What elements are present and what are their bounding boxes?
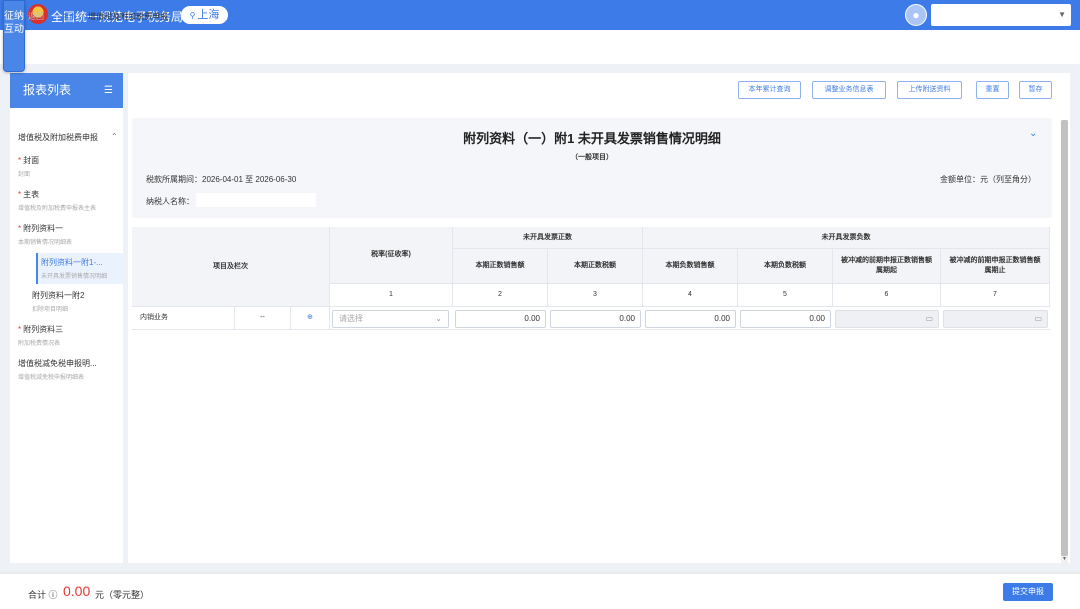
tax-rate-select[interactable]: 请选择 ⌄	[332, 310, 449, 328]
positive-sales-input[interactable]: 0.00	[455, 310, 546, 328]
sidebar-item-schedule-1[interactable]: * 附列资料一 本期销售情况明细表	[18, 223, 123, 246]
sidebar-item-sub: 附加税费情况表	[18, 341, 61, 347]
period-start-date-field: ▭	[835, 310, 939, 328]
negative-sales-input[interactable]: 0.00	[645, 310, 736, 328]
sidebar-item-main[interactable]: * 主表 增值税及附加税费申报表主表	[18, 189, 123, 212]
sidebar-item-label: 附列资料一附1-...	[41, 258, 103, 267]
taxpayer-name-value	[196, 193, 316, 207]
tax-period-value: 2026-04-01 至 2026-06-30	[202, 175, 297, 184]
sidebar-item-sub: 增值税减免税申报明细表	[18, 375, 85, 381]
user-account-select[interactable]: ▼	[931, 4, 1071, 26]
sidebar-item-schedule-1-attach-1[interactable]: 附列资料一附1-... 未开具发票销售情况明细	[36, 253, 123, 284]
total-amount: 0.00	[63, 583, 91, 599]
header-group-negative: 未开具发票负数	[643, 227, 1050, 249]
sidebar-item-sub: 扣除项目明细	[32, 307, 69, 313]
caret-down-icon: ▼	[1058, 10, 1066, 19]
col-number: 5	[738, 284, 833, 307]
interaction-tab[interactable]: 征纳互动	[3, 0, 25, 72]
calendar-icon: ▭	[925, 314, 933, 323]
header-col-2: 本期正数销售额	[453, 249, 548, 284]
header-col-6: 被冲减的前期申报正数销售额属期起	[833, 249, 941, 284]
col-number: 4	[643, 284, 738, 307]
negative-tax-input[interactable]: 0.00	[740, 310, 831, 328]
tax-period-label: 税款所属期间：	[146, 175, 202, 184]
chevron-up-icon: ⌃	[111, 132, 118, 141]
breadcrumb-bar	[0, 30, 1080, 64]
sidebar-item-label: 附列资料三	[23, 325, 64, 334]
upload-attachments-button[interactable]: 上传附送资料	[897, 81, 962, 99]
back-link[interactable]: 返回	[28, 11, 44, 22]
report-list-title: 报表列表	[23, 83, 72, 97]
user-avatar-icon[interactable]: ●	[905, 4, 927, 26]
submit-declaration-button[interactable]: 提交申报	[1003, 583, 1053, 601]
sidebar-item-label: 封面	[23, 156, 40, 165]
reset-button[interactable]: 重置	[976, 81, 1009, 99]
add-row-icon[interactable]: ⊕	[291, 307, 330, 330]
required-star: *	[18, 224, 22, 233]
header-col-3: 本期正数税额	[548, 249, 643, 284]
total-label: 合计 ⓘ	[28, 590, 58, 600]
tree-group-title[interactable]: 增值税及附加税费申报 ⌃	[18, 132, 118, 143]
required-star: *	[18, 190, 22, 199]
sidebar-item-tax-relief[interactable]: 增值税减免税申报明... 增值税减免税申报明细表	[18, 358, 123, 381]
sidebar-item-label: 附列资料一	[23, 224, 64, 233]
col-number: 6	[833, 284, 941, 307]
tax-rate-placeholder: 请选择	[339, 314, 363, 323]
sidebar-item-sub: 封面	[18, 172, 31, 178]
sidebar-item-sub: 未开具发票销售情况明细	[41, 274, 108, 280]
header-item-column: 项目及栏次	[132, 227, 330, 307]
breadcrumb-separator: >	[80, 11, 85, 20]
row-label-domestic-sales: 内销业务	[132, 307, 235, 330]
form-title: 附列资料（一）附1 未开具发票销售情况明细	[463, 131, 721, 146]
tree-group-label: 增值税及附加税费申报	[18, 133, 98, 142]
annual-cumulative-query-button[interactable]: 本年累计查询	[738, 81, 801, 99]
form-header: 附列资料（一）附1 未开具发票销售情况明细 （一般项目） ⌄ 税款所属期间：20…	[132, 118, 1052, 218]
required-star: *	[18, 156, 22, 165]
header-col-7: 被冲减的前期申报正数销售额属期止	[941, 249, 1050, 284]
breadcrumb-current: 增值税及附加税费申报	[88, 12, 168, 21]
period-end-date-field: ▭	[943, 310, 1048, 328]
row-dash: --	[235, 307, 291, 330]
scroll-down-arrow-icon[interactable]: ▼	[1062, 556, 1067, 562]
sidebar-item-sub: 本期销售情况明细表	[18, 240, 73, 246]
col-number: 1	[330, 284, 453, 307]
region-badge[interactable]: ⚲ 上海	[181, 6, 228, 24]
chevron-down-icon: ⌄	[435, 314, 442, 323]
location-pin-icon: ⚲	[189, 11, 196, 20]
list-menu-icon[interactable]: ☰	[104, 73, 113, 108]
scrollbar-thumb[interactable]	[1061, 120, 1068, 556]
sidebar-item-label: 附列资料一附2	[32, 291, 85, 300]
col-number: 2	[453, 284, 548, 307]
tax-period: 税款所属期间：2026-04-01 至 2026-06-30	[146, 174, 296, 185]
breadcrumb-home[interactable]: 首页	[61, 11, 77, 22]
taxpayer-label: 纳税人名称：	[146, 197, 194, 206]
col-number: 3	[548, 284, 643, 307]
footer-bar: 合计 ⓘ 0.00 元（零元整） 提交申报	[0, 574, 1080, 609]
header-col-4: 本期负数销售额	[643, 249, 738, 284]
required-star: *	[18, 325, 22, 334]
positive-tax-input[interactable]: 0.00	[550, 310, 641, 328]
amount-unit: 金额单位：元（列至角分）	[940, 175, 1036, 184]
header-group-positive: 未开具发票正数	[453, 227, 643, 249]
header-rate-column: 税率(征收率)	[330, 227, 453, 284]
report-list-panel: 报表列表 ☰ 增值税及附加税费申报 ⌃ * 封面 封面 * 主表 增值税及附加税费申…	[10, 73, 123, 563]
sidebar-item-cover[interactable]: * 封面 封面	[18, 155, 123, 178]
adjust-business-info-button[interactable]: 调整业务信息表	[812, 81, 886, 99]
sidebar-item-label: 增值税减免税申报明...	[18, 359, 97, 368]
form-content: 本年累计查询 调整业务信息表 上传附送资料 重置 暂存 附列资料（一）附1 未开…	[128, 73, 1070, 563]
report-list-header: 报表列表 ☰	[10, 73, 123, 108]
col-number: 7	[941, 284, 1050, 307]
region-label: 上海	[197, 9, 220, 21]
header-col-5: 本期负数税额	[738, 249, 833, 284]
sidebar-item-sub: 增值税及附加税费申报表主表	[18, 206, 97, 212]
total-unit: 元（零元整）	[95, 590, 150, 600]
form-subtitle: （一般项目）	[571, 154, 613, 161]
sidebar-item-schedule-1-attach-2[interactable]: 附列资料一附2 扣除项目明细	[32, 290, 123, 313]
sidebar-item-schedule-3[interactable]: * 附列资料三 附加税费情况表	[18, 324, 123, 347]
sidebar-item-label: 主表	[23, 190, 40, 199]
save-draft-button[interactable]: 暂存	[1019, 81, 1052, 99]
chevron-down-icon[interactable]: ⌄	[1029, 128, 1037, 139]
calendar-icon: ▭	[1034, 314, 1042, 323]
